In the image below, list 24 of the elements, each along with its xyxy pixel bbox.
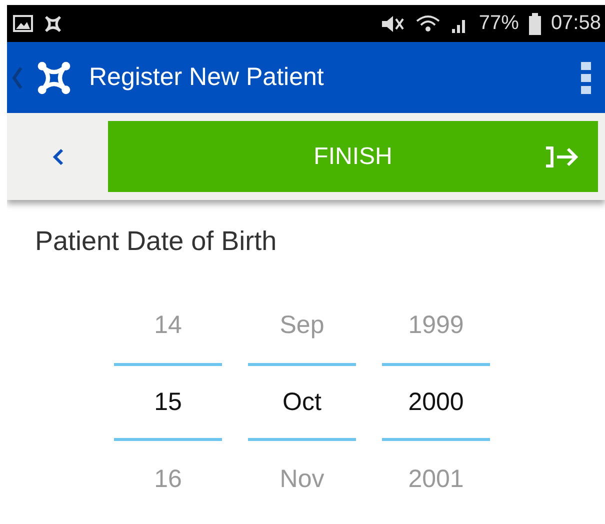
- picture-icon: [13, 15, 33, 32]
- field-label: Patient Date of Birth: [35, 226, 278, 257]
- clock: 07:58: [550, 12, 601, 35]
- battery-percentage: 77%: [478, 12, 519, 35]
- picker-value[interactable]: 16: [114, 441, 222, 517]
- picker-value[interactable]: 2000: [382, 363, 490, 441]
- chevron-left-icon: [50, 146, 64, 166]
- picker-value[interactable]: 1999: [382, 287, 490, 363]
- picker-value[interactable]: Nov: [248, 441, 356, 517]
- picker-value[interactable]: 15: [114, 363, 222, 441]
- wifi-icon: [414, 14, 441, 34]
- back-icon[interactable]: [11, 66, 23, 90]
- screen-title: Register New Patient: [89, 63, 324, 92]
- exit-icon: [544, 146, 580, 168]
- menu-icon[interactable]: [581, 62, 591, 94]
- app-logo-icon: [37, 60, 71, 94]
- app-logo-icon: [43, 14, 63, 34]
- battery-icon: [528, 12, 541, 34]
- finish-button[interactable]: FINISH: [108, 121, 598, 192]
- mute-icon: [380, 14, 405, 34]
- picker-value[interactable]: 2001: [382, 441, 490, 517]
- picker-value[interactable]: 14: [114, 287, 222, 363]
- picker-value[interactable]: Oct: [248, 363, 356, 441]
- picker-value[interactable]: Sep: [248, 287, 356, 363]
